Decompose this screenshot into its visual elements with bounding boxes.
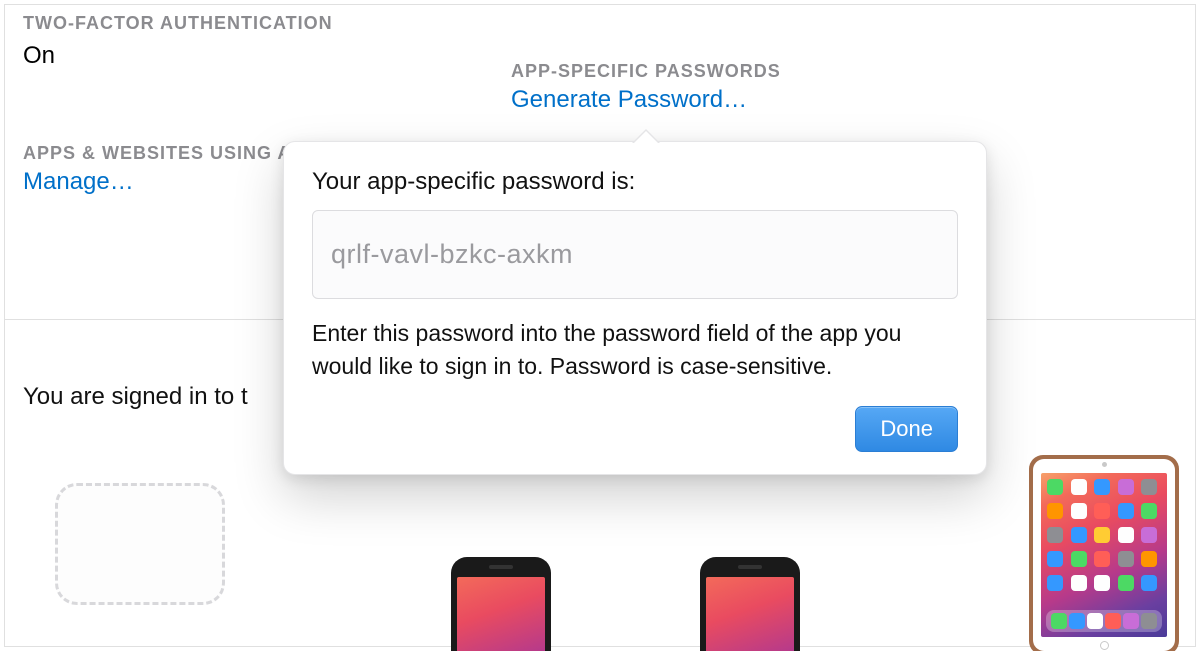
- device-iphone-1[interactable]: [451, 557, 551, 651]
- generated-password-field[interactable]: [312, 210, 958, 299]
- device-iphone-2[interactable]: [700, 557, 800, 651]
- device-ipad[interactable]: [1029, 455, 1179, 651]
- generate-password-link[interactable]: Generate Password…: [511, 86, 747, 114]
- done-button[interactable]: Done: [855, 406, 958, 452]
- two-factor-section: TWO-FACTOR AUTHENTICATION On: [23, 13, 333, 70]
- popover-title: Your app-specific password is:: [312, 168, 958, 196]
- two-factor-status: On: [23, 42, 333, 70]
- signed-in-text: You are signed in to t: [23, 383, 248, 411]
- settings-panel: TWO-FACTOR AUTHENTICATION On APPS & WEBS…: [4, 4, 1196, 647]
- two-factor-label: TWO-FACTOR AUTHENTICATION: [23, 13, 333, 34]
- device-placeholder[interactable]: [55, 483, 225, 605]
- app-specific-passwords-label: APP-SPECIFIC PASSWORDS: [511, 61, 781, 82]
- manage-link[interactable]: Manage…: [23, 168, 134, 196]
- app-password-popover: Your app-specific password is: Enter thi…: [283, 141, 987, 475]
- app-specific-passwords-section: APP-SPECIFIC PASSWORDS Generate Password…: [511, 61, 781, 114]
- popover-actions: Done: [312, 406, 958, 452]
- popover-instruction: Enter this password into the password fi…: [312, 317, 958, 384]
